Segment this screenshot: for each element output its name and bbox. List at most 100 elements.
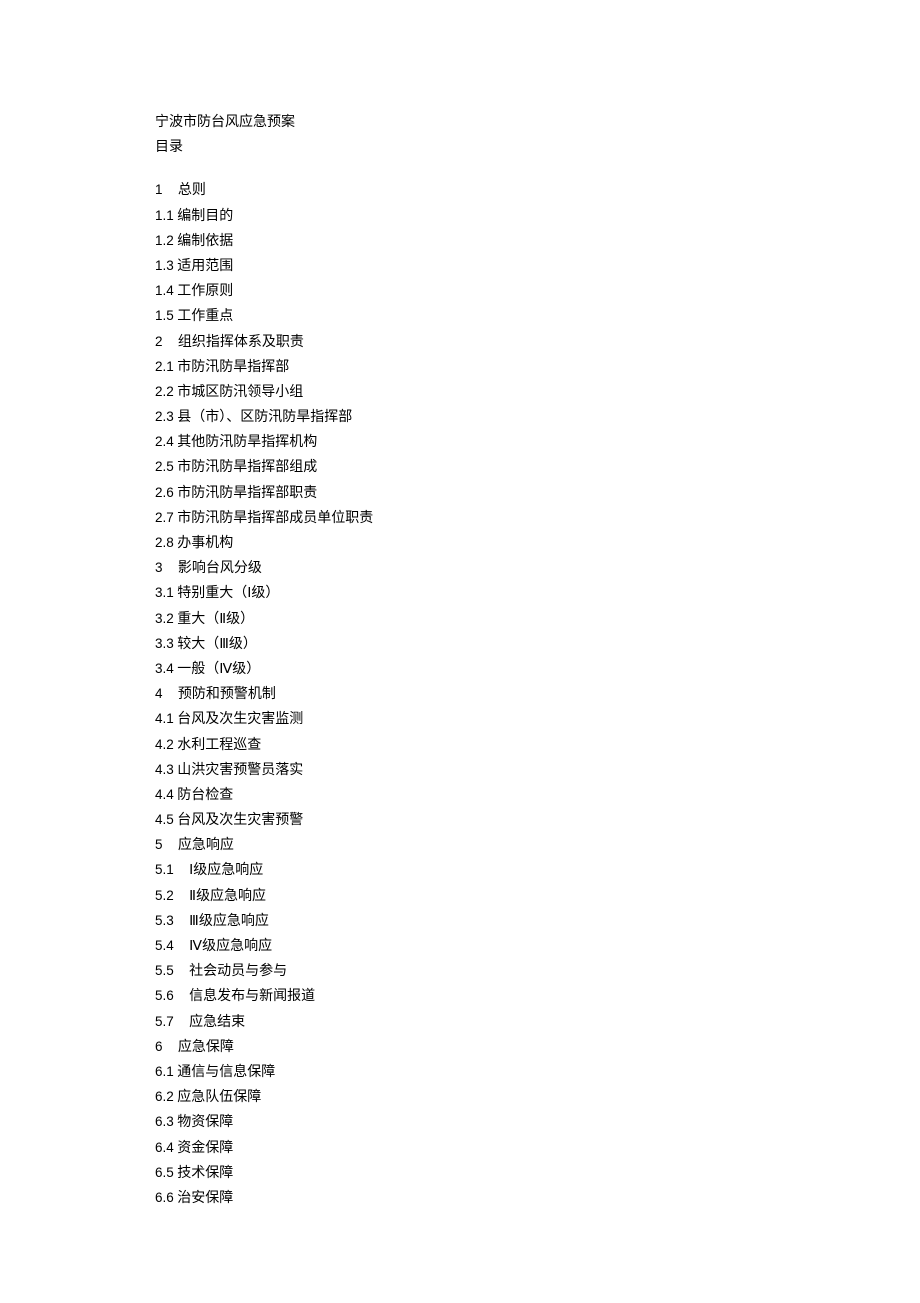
toc-number: 4.4 xyxy=(155,787,174,802)
toc-number: 4 xyxy=(155,686,163,701)
toc-entry: 5.3 Ⅲ级应急响应 xyxy=(155,909,765,934)
toc-text: 重大（Ⅱ级） xyxy=(177,612,254,627)
toc-number: 5.1 xyxy=(155,862,174,877)
toc-text: 工作重点 xyxy=(177,309,233,324)
toc-text: 物资保障 xyxy=(177,1115,233,1130)
toc-entry: 3.1特别重大（Ⅰ级） xyxy=(155,581,765,606)
toc-entry: 1.2编制依据 xyxy=(155,229,765,254)
toc-number: 4.2 xyxy=(155,737,174,752)
toc-text: 技术保障 xyxy=(177,1166,233,1181)
toc-entry: 2.5市防汛防旱指挥部组成 xyxy=(155,455,765,480)
toc-entry: 1.1编制目的 xyxy=(155,204,765,229)
toc-entry: 6.3物资保障 xyxy=(155,1110,765,1135)
toc-text: Ⅳ级应急响应 xyxy=(189,939,272,954)
toc-number: 1 xyxy=(155,182,163,197)
toc-entry: 4.4防台检查 xyxy=(155,783,765,808)
toc-entry: 6.5技术保障 xyxy=(155,1161,765,1186)
toc-number: 5.2 xyxy=(155,888,174,903)
toc-entry: 1 总则 xyxy=(155,178,765,203)
toc-text: 治安保障 xyxy=(177,1191,233,1206)
toc-text: 预防和预警机制 xyxy=(178,687,276,702)
toc-entry: 4 预防和预警机制 xyxy=(155,682,765,707)
toc-entry: 6.1通信与信息保障 xyxy=(155,1060,765,1085)
toc-entry: 2.8办事机构 xyxy=(155,531,765,556)
toc-text: 编制目的 xyxy=(177,209,233,224)
toc-text: Ⅰ级应急响应 xyxy=(189,863,263,878)
toc-entry: 2组织指挥体系及职责 xyxy=(155,330,765,355)
toc-number: 3.3 xyxy=(155,636,174,651)
document-subtitle: 目录 xyxy=(155,135,765,160)
toc-entry: 5.6信息发布与新闻报道 xyxy=(155,984,765,1009)
toc-entry: 3.3较大（Ⅲ级） xyxy=(155,632,765,657)
toc-text: 应急队伍保障 xyxy=(177,1090,261,1105)
toc-text: 台风及次生灾害监测 xyxy=(177,712,303,727)
toc-number: 2.2 xyxy=(155,384,174,399)
toc-number: 1.5 xyxy=(155,308,174,323)
toc-entry: 3.2重大（Ⅱ级） xyxy=(155,607,765,632)
toc-text: 其他防汛防旱指挥机构 xyxy=(177,435,317,450)
toc-text: 市防汛防旱指挥部组成 xyxy=(177,460,317,475)
toc-number: 6.2 xyxy=(155,1089,174,1104)
toc-number: 5.7 xyxy=(155,1014,174,1029)
toc-text: 组织指挥体系及职责 xyxy=(178,335,304,350)
toc-text: 通信与信息保障 xyxy=(177,1065,275,1080)
toc-entry: 2.3县（市）、区防汛防旱指挥部 xyxy=(155,405,765,430)
toc-number: 3.2 xyxy=(155,611,174,626)
toc-number: 6.3 xyxy=(155,1114,174,1129)
toc-text: 市城区防汛领导小组 xyxy=(177,385,303,400)
toc-text: 较大（Ⅲ级） xyxy=(177,637,257,652)
table-of-contents: 1总则1.1编制目的1.2编制依据1.3适用范围1.4工作原则1.5工作重点2组… xyxy=(155,178,765,1211)
toc-entry: 4.2水利工程巡查 xyxy=(155,733,765,758)
toc-number: 2.8 xyxy=(155,535,174,550)
toc-number: 2.6 xyxy=(155,485,174,500)
toc-entry: 5 应急响应 xyxy=(155,833,765,858)
toc-entry: 2.7市防汛防旱指挥部成员单位职责 xyxy=(155,506,765,531)
toc-number: 5.4 xyxy=(155,938,174,953)
toc-number: 4.1 xyxy=(155,711,174,726)
toc-number: 3.1 xyxy=(155,585,174,600)
toc-entry: 1.4工作原则 xyxy=(155,279,765,304)
toc-text: 山洪灾害预警员落实 xyxy=(177,763,303,778)
toc-entry: 5.5社会动员与参与 xyxy=(155,959,765,984)
toc-entry: 6.6治安保障 xyxy=(155,1186,765,1211)
toc-number: 3.4 xyxy=(155,661,174,676)
toc-text: 应急响应 xyxy=(178,838,234,853)
toc-text: 台风及次生灾害预警 xyxy=(177,813,303,828)
toc-text: 办事机构 xyxy=(177,536,233,551)
toc-entry: 1.3适用范围 xyxy=(155,254,765,279)
toc-entry: 6应急保障 xyxy=(155,1035,765,1060)
toc-number: 2.3 xyxy=(155,409,174,424)
document-title: 宁波市防台风应急预案 xyxy=(155,110,765,135)
spacer xyxy=(155,160,765,178)
toc-text: 水利工程巡查 xyxy=(177,738,261,753)
toc-number: 5.5 xyxy=(155,963,174,978)
toc-number: 5 xyxy=(155,837,163,852)
toc-entry: 4.5台风及次生灾害预警 xyxy=(155,808,765,833)
toc-text: 总则 xyxy=(178,183,206,198)
toc-number: 6.5 xyxy=(155,1165,174,1180)
toc-text: 工作原则 xyxy=(177,284,233,299)
toc-number: 2.7 xyxy=(155,510,174,525)
toc-text: 适用范围 xyxy=(177,259,233,274)
toc-number: 6.6 xyxy=(155,1190,174,1205)
document-page: 宁波市防台风应急预案 目录 1总则1.1编制目的1.2编制依据1.3适用范围1.… xyxy=(0,0,920,1291)
toc-number: 6.4 xyxy=(155,1140,174,1155)
toc-entry: 2.4其他防汛防旱指挥机构 xyxy=(155,430,765,455)
toc-number: 5.3 xyxy=(155,913,174,928)
toc-number: 1.3 xyxy=(155,258,174,273)
toc-number: 2.1 xyxy=(155,359,174,374)
toc-text: Ⅲ级应急响应 xyxy=(189,914,269,929)
toc-number: 1.1 xyxy=(155,208,174,223)
toc-number: 2.4 xyxy=(155,434,174,449)
toc-text: Ⅱ级应急响应 xyxy=(189,889,266,904)
toc-entry: 5.7应急结束 xyxy=(155,1010,765,1035)
toc-entry: 2.1市防汛防旱指挥部 xyxy=(155,355,765,380)
toc-text: 县（市）、区防汛防旱指挥部 xyxy=(177,410,352,425)
toc-text: 编制依据 xyxy=(177,234,233,249)
toc-entry: 2.6市防汛防旱指挥部职责 xyxy=(155,481,765,506)
toc-number: 6 xyxy=(155,1039,163,1054)
toc-number: 6.1 xyxy=(155,1064,174,1079)
toc-text: 资金保障 xyxy=(177,1141,233,1156)
toc-entry: 4.3山洪灾害预警员落实 xyxy=(155,758,765,783)
toc-text: 市防汛防旱指挥部 xyxy=(177,360,289,375)
